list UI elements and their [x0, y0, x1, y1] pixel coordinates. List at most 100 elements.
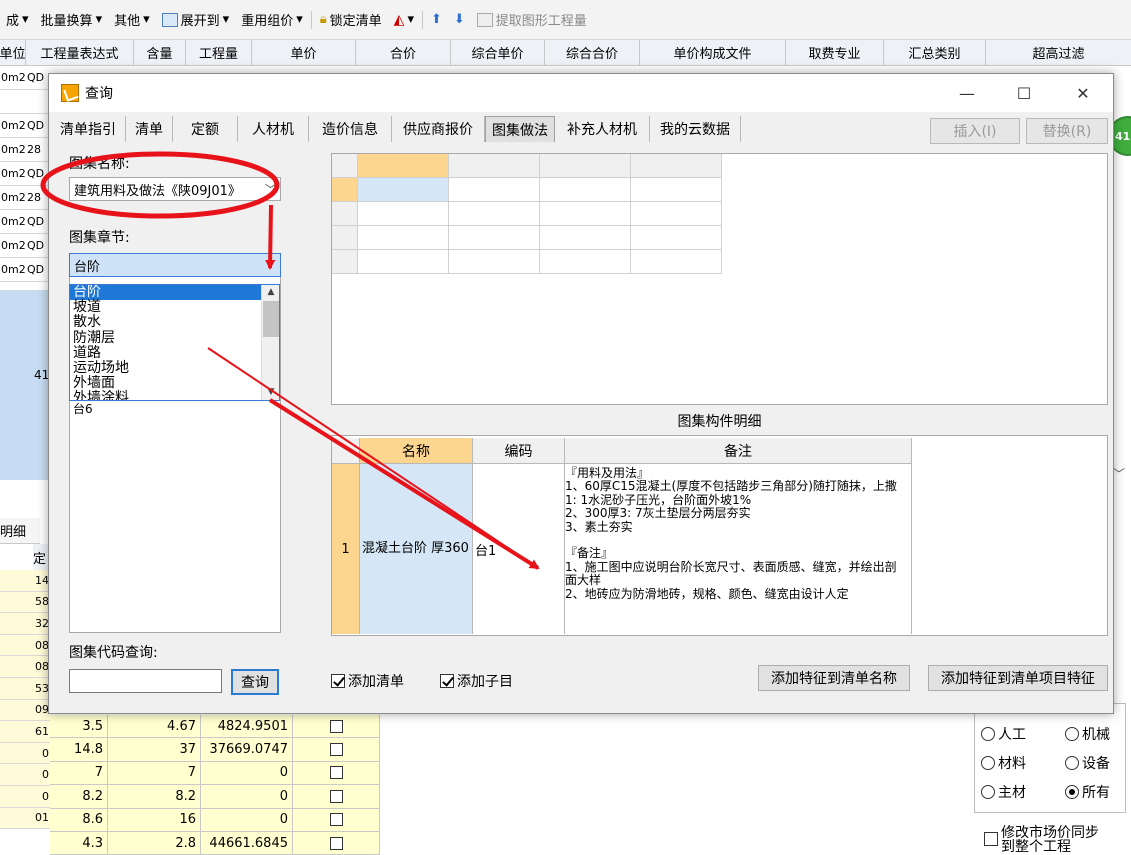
reuse-pricing-button[interactable]: 重用组价 ▾	[235, 10, 309, 29]
row-checkbox[interactable]	[329, 836, 343, 850]
table-cell[interactable]	[449, 226, 540, 250]
dropdown-scrollbar[interactable]: ▲ ▼	[261, 285, 279, 400]
expand-to-button[interactable]: 展开到 ▾	[156, 10, 236, 29]
row-checkbox[interactable]	[329, 789, 343, 803]
dropdown-option[interactable]: 坡道	[70, 300, 279, 315]
tab-cloud-data[interactable]: 我的云数据	[650, 116, 741, 142]
detail-tab[interactable]: 明细	[0, 518, 40, 544]
tab-quota[interactable]: 定额	[173, 116, 238, 142]
column-header-remark[interactable]: 备注	[565, 438, 912, 464]
table-cell[interactable]	[358, 202, 449, 226]
dropdown-option[interactable]: 散水	[70, 315, 279, 330]
table-row[interactable]	[332, 250, 1107, 274]
extract-quantity-button[interactable]: 提取图形工程量	[471, 10, 593, 29]
dropdown-option[interactable]: 台阶	[70, 285, 279, 301]
add-feature-to-item-button[interactable]: 添加特征到清单项目特征	[928, 665, 1108, 691]
table-row[interactable]: 3.5 4.67 4824.9501	[50, 715, 380, 739]
row-checkbox[interactable]	[329, 813, 343, 827]
tab-supplier-quote[interactable]: 供应商报价	[392, 116, 485, 142]
code-cell[interactable]: QD	[26, 258, 50, 282]
code-cell[interactable]	[26, 90, 50, 114]
table-row[interactable]: 14.8 37 37669.0747	[50, 738, 380, 762]
radio-labor[interactable]: 人工	[981, 724, 1026, 744]
code-cell[interactable]: QD	[26, 210, 50, 234]
scroll-down-icon[interactable]: ▼	[262, 385, 279, 399]
value-cell[interactable]: 53	[0, 677, 50, 700]
tab-list[interactable]: 清单	[126, 116, 173, 142]
table-row[interactable]: 8.6 16 0	[50, 808, 380, 832]
table-row[interactable]	[332, 178, 1107, 202]
row-number[interactable]: 1	[332, 464, 360, 634]
unit-cell[interactable]: 0m2	[0, 66, 26, 90]
value-cell[interactable]: 08	[0, 656, 50, 678]
code-cell[interactable]: QD	[26, 66, 50, 90]
table-cell[interactable]	[631, 226, 722, 250]
unit-cell[interactable]: 0m2	[0, 138, 26, 162]
maximize-button[interactable]: ☐	[1001, 74, 1047, 112]
detail-code-cell[interactable]: 台1	[473, 464, 565, 634]
sync-price-checkbox[interactable]: 修改市场价同步到整个工程	[984, 826, 1124, 854]
value-cell[interactable]: 08	[0, 634, 50, 657]
value-cell[interactable]: 0	[0, 742, 50, 765]
dropdown-option[interactable]: 道路	[70, 345, 279, 361]
table-row[interactable]: 4.3 2.8 44661.6845	[50, 831, 380, 855]
radio-equipment[interactable]: 设备	[1065, 753, 1110, 773]
atlas-name-combo[interactable]: 建筑用料及做法《陕09J01》 ﹀	[69, 177, 281, 201]
code-cell[interactable]: QD	[26, 162, 50, 186]
code-cell[interactable]: QD	[26, 234, 50, 258]
list-item[interactable]: 台6	[73, 400, 93, 417]
value-cell[interactable]: 14	[0, 570, 50, 592]
dropdown-option[interactable]: 防潮层	[70, 330, 279, 346]
scroll-up-icon[interactable]: ▲	[262, 285, 279, 299]
row-checkbox[interactable]	[329, 743, 343, 757]
table-cell[interactable]	[631, 202, 722, 226]
table-cell[interactable]	[449, 202, 540, 226]
tab-list-guide[interactable]: 清单指引	[51, 116, 126, 142]
radio-all[interactable]: 所有	[1065, 782, 1110, 802]
column-header[interactable]: 合价	[356, 40, 451, 65]
code-cell[interactable]: QD	[26, 114, 50, 138]
code-query-input[interactable]	[69, 669, 222, 693]
unit-cell[interactable]: 0m2	[0, 186, 26, 210]
tab-atlas-method[interactable]: 图集做法	[485, 116, 555, 142]
add-feature-to-name-button[interactable]: 添加特征到清单名称	[758, 665, 910, 691]
close-button[interactable]: ✕	[1060, 74, 1106, 112]
table-row[interactable]	[332, 226, 1107, 250]
tab-labor-material-machine[interactable]: 人材机	[238, 116, 309, 142]
column-header[interactable]: 取费专业	[786, 40, 884, 65]
move-up-button[interactable]: ⬆	[425, 12, 448, 27]
row-checkbox[interactable]	[329, 766, 343, 780]
table-cell[interactable]	[631, 154, 722, 178]
dropdown-option[interactable]: 外墙面	[70, 376, 279, 391]
table-row[interactable]	[332, 202, 1107, 226]
table-row[interactable]: 8.2 8.2 0	[50, 785, 380, 809]
radio-machine[interactable]: 机械	[1065, 724, 1110, 744]
selected-row-area[interactable]: 41	[0, 290, 50, 480]
column-header[interactable]: 单价构成文件	[640, 40, 786, 65]
tab-supplement-materials[interactable]: 补充人材机	[555, 116, 650, 142]
table-cell[interactable]	[358, 250, 449, 274]
value-cell[interactable]: 01	[0, 807, 50, 830]
table-cell[interactable]	[540, 178, 631, 202]
value-cell[interactable]: 09	[0, 699, 50, 722]
table-cell[interactable]	[449, 154, 540, 178]
dropdown-option[interactable]: 外墙涂料	[70, 391, 279, 400]
unit-cell[interactable]: 0m2	[0, 114, 26, 138]
radio-material[interactable]: 材料	[981, 753, 1026, 773]
insert-button[interactable]: 插入(I)	[930, 118, 1020, 144]
other-button[interactable]: 其他 ▾	[108, 10, 156, 29]
column-header[interactable]: 工程量表达式	[26, 40, 134, 65]
minimize-button[interactable]: —	[944, 74, 990, 112]
add-list-checkbox[interactable]: 添加清单	[331, 671, 404, 691]
table-cell[interactable]	[449, 178, 540, 202]
column-header-name[interactable]: 名称	[360, 438, 473, 464]
code-cell[interactable]: 28	[26, 186, 50, 210]
table-cell[interactable]	[631, 178, 722, 202]
column-header[interactable]: 单位	[0, 40, 26, 65]
replace-button[interactable]: 替换(R)	[1026, 118, 1108, 144]
table-cell[interactable]	[358, 178, 449, 202]
column-header[interactable]: 含量	[134, 40, 186, 65]
value-cell[interactable]: 61	[0, 721, 50, 743]
dropdown-option[interactable]: 运动场地	[70, 360, 279, 376]
chevron-down-icon[interactable]: ﹀	[1113, 465, 1125, 482]
